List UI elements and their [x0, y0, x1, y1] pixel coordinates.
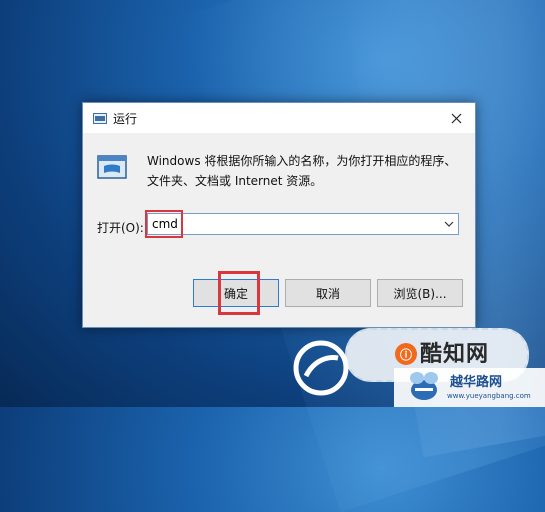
- command-highlight-box: [145, 210, 183, 238]
- run-app-icon: [93, 113, 107, 124]
- watermark-secondary-title: 越华路网: [450, 375, 503, 390]
- watermark-site-name: 酷知网: [420, 342, 490, 367]
- ok-highlight-box: [218, 271, 260, 315]
- button-row: 确定 取消 浏览(B)...: [83, 271, 475, 327]
- open-combobox[interactable]: [147, 213, 459, 235]
- browse-button[interactable]: 浏览(B)...: [377, 279, 463, 307]
- command-input[interactable]: [152, 215, 432, 233]
- watermark-logo-icon: [293, 340, 349, 396]
- bee-logo-icon: [410, 372, 438, 400]
- dialog-body: Windows 将根据你所输入的名称，为你打开相应的程序、 文件夹、文档或 In…: [83, 133, 475, 327]
- description-line-2: 文件夹、文档或 Internet 资源。: [147, 174, 323, 188]
- dialog-title: 运行: [113, 112, 138, 126]
- title-bar[interactable]: 运行: [83, 103, 475, 133]
- chevron-down-icon[interactable]: [442, 217, 456, 231]
- watermark-badge: ⓘ: [395, 343, 417, 365]
- close-icon: [451, 113, 461, 123]
- dialog-description: Windows 将根据你所输入的名称，为你打开相应的程序、 文件夹、文档或 In…: [147, 151, 457, 191]
- run-program-icon: [97, 155, 127, 179]
- close-button[interactable]: [437, 103, 475, 133]
- cancel-button[interactable]: 取消: [285, 279, 371, 307]
- run-dialog: 运行 Windows 将根据你所输入的名称，为你打开相应的程序、 文件夹、文档或…: [82, 102, 476, 328]
- open-label: 打开(O):: [97, 221, 144, 235]
- watermark-secondary-url: www.yueyangbang.com: [447, 392, 531, 400]
- description-line-1: Windows 将根据你所输入的名称，为你打开相应的程序、: [147, 154, 457, 168]
